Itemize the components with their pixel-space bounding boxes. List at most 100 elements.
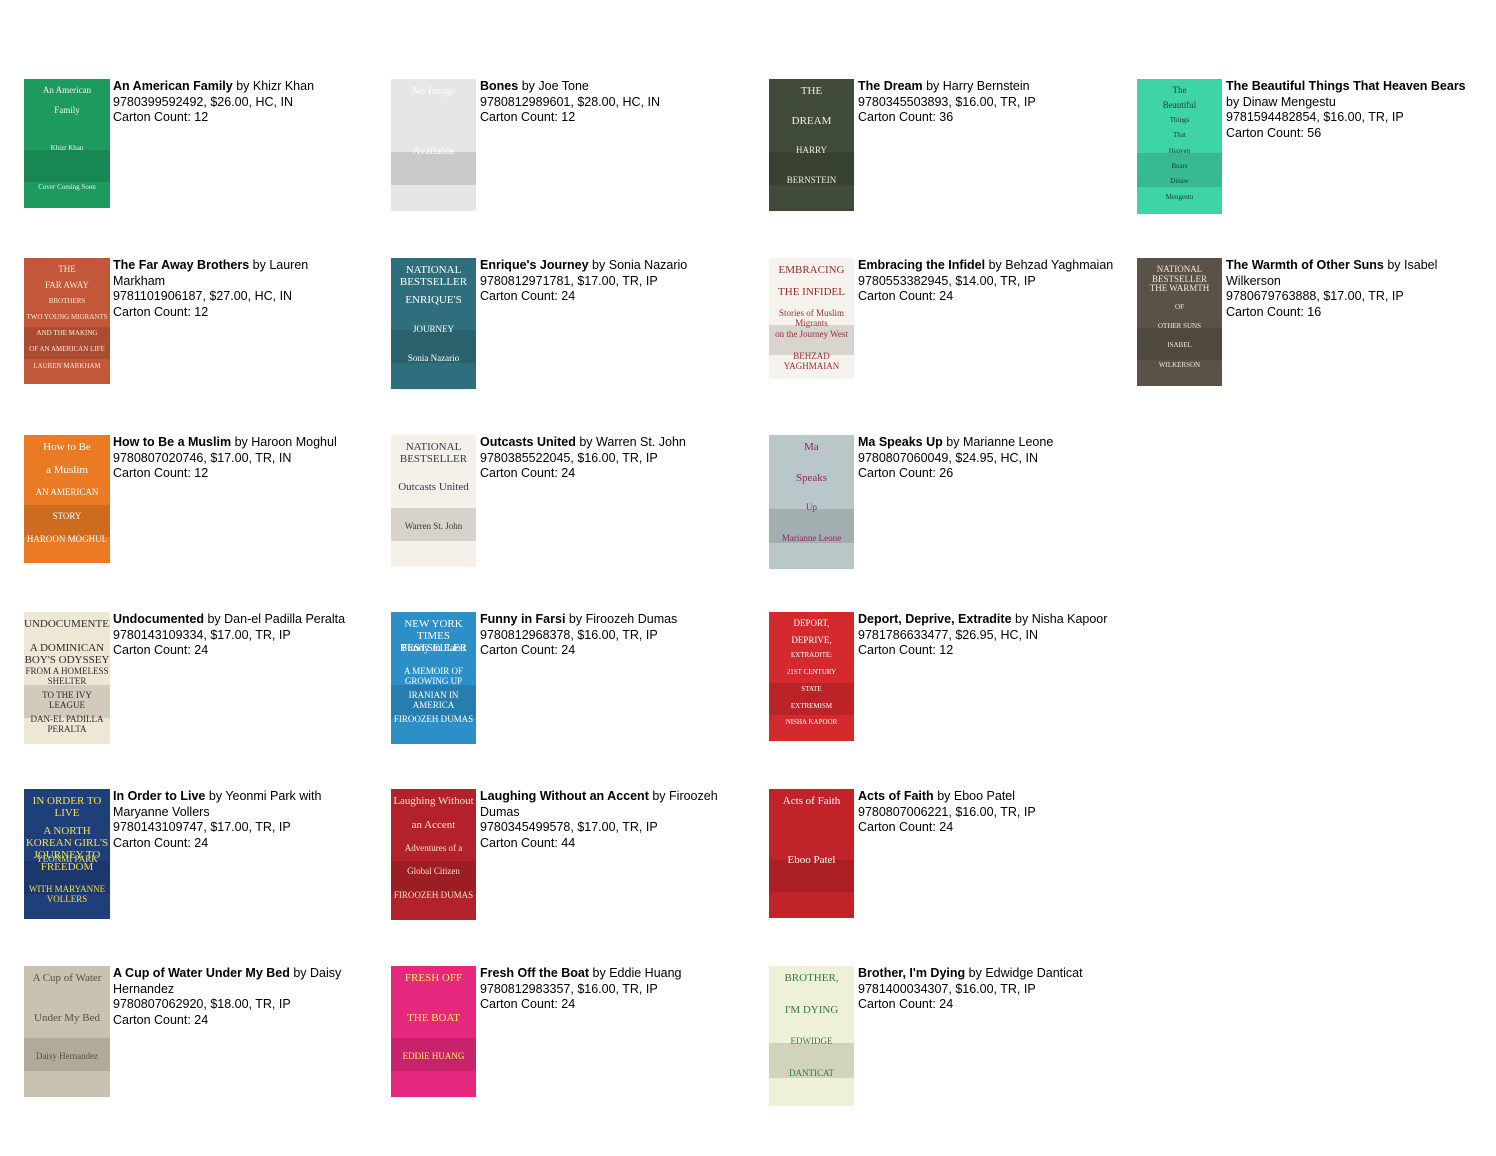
book-cover[interactable]: NATIONAL BESTSELLER Outcasts United Warren…: [391, 435, 476, 567]
book-title[interactable]: The Beautiful Things That Heaven Bears: [1226, 79, 1466, 93]
book-title[interactable]: In Order to Live: [113, 789, 205, 803]
book-title[interactable]: An American Family: [113, 79, 233, 93]
cover-text: FAR AWAY: [44, 280, 90, 290]
by-word: by: [968, 966, 982, 980]
book-title[interactable]: Bones: [480, 79, 518, 93]
cover-text: an Accent: [411, 819, 456, 831]
carton-count: Carton Count: 24: [858, 820, 954, 835]
book-details: 9780345499578, $17.00, TR, IP: [480, 820, 658, 835]
book-cover[interactable]: Ma Speaks Up Marianne Leone: [769, 435, 854, 569]
cover-text: NATIONAL BESTSELLER: [399, 264, 468, 288]
cover-text: THE BOAT: [407, 1012, 460, 1024]
by-word: by: [926, 79, 940, 93]
cover-text: DAN-EL PADILLA PERALTA: [30, 714, 104, 734]
book-cover[interactable]: No Image Available: [391, 79, 476, 211]
book-info: A Cup of Water Under My Bed by Daisy Her…: [113, 966, 363, 1028]
title-line: Funny in Farsi by Firoozeh Dumas: [480, 612, 740, 628]
book-cover[interactable]: BROTHER, I'M DYING EDWIDGE DANTICAT: [769, 966, 854, 1106]
cover-text: IN ORDER TO LIVE: [32, 795, 102, 819]
book-author: Joe Tone: [538, 79, 589, 93]
book-info: Ma Speaks Up by Marianne Leone 9780807060…: [858, 435, 1118, 482]
carton-count: Carton Count: 12: [858, 643, 954, 658]
by-word: by: [234, 435, 248, 449]
title-line: An American Family by Khizr Khan: [113, 79, 363, 95]
book-details: 9781101906187, $27.00, HC, IN: [113, 289, 293, 304]
by-word: by: [1387, 258, 1401, 272]
cover-text: Available: [412, 145, 455, 157]
title-line: A Cup of Water Under My Bed by Daisy Her…: [113, 966, 363, 997]
cover-text: Stories of Muslim Migrants: [778, 308, 844, 328]
book-cover[interactable]: NATIONAL BESTSELLER THE WARMTH OF OTHER SUN…: [1137, 258, 1222, 386]
title-line: How to Be a Muslim by Haroon Moghul: [113, 435, 363, 451]
book-cover[interactable]: NEW YORK TIMES BESTSELLER Funny in Farsi A…: [391, 612, 476, 744]
cover-text: UNDOCUMENTED: [24, 618, 110, 630]
book-cover[interactable]: THE FAR AWAY BROTHERS TWO YOUNG MIGRANTS AND…: [24, 258, 110, 384]
book-cover[interactable]: A Cup of Water Under My Bed Daisy Hernande…: [24, 966, 110, 1097]
book-details: 9780143109747, $17.00, TR, IP: [113, 820, 291, 835]
cover-text: Cover Coming Soon: [38, 183, 96, 191]
book-title[interactable]: Laughing Without an Accent: [480, 789, 649, 803]
book-title[interactable]: Funny in Farsi: [480, 612, 565, 626]
cover-text: WITH MARYANNE VOLLERS: [28, 884, 106, 904]
book-cover[interactable]: The Beautiful Things That Heaven Bears Dinaw Me…: [1137, 79, 1222, 214]
book-author: Haroon Moghul: [251, 435, 337, 449]
book-author: Dinaw Mengestu: [1242, 94, 1336, 109]
book-title[interactable]: Ma Speaks Up: [858, 435, 943, 449]
book-cover[interactable]: DEPORT, DEPRIVE, EXTRADITE: 21ST CENTURY STA…: [769, 612, 854, 741]
cover-text: THE: [800, 85, 823, 97]
book-cover[interactable]: An American Family Khizr Khan Cover Coming …: [24, 79, 110, 208]
book-author: Sonia Nazario: [608, 258, 688, 272]
book-title[interactable]: A Cup of Water Under My Bed: [113, 966, 290, 980]
cover-text: Mengestu: [1165, 193, 1194, 201]
title-line: Fresh Off the Boat by Eddie Huang: [480, 966, 740, 982]
book-author: Eboo Patel: [953, 789, 1016, 803]
title-line: Undocumented by Dan-el Padilla Peralta: [113, 612, 363, 628]
cover-text: NATIONAL BESTSELLER: [1151, 264, 1207, 284]
book-title[interactable]: The Warmth of Other Suns: [1226, 258, 1384, 272]
book-info: Funny in Farsi by Firoozeh Dumas 97808129…: [480, 612, 740, 659]
cover-text: That: [1173, 131, 1186, 139]
book-title[interactable]: Acts of Faith: [858, 789, 934, 803]
book-cover[interactable]: Acts of Faith Eboo Patel: [769, 789, 854, 918]
cover-text: An American: [42, 85, 92, 95]
book-details: 9780553382945, $14.00, TR, IP: [858, 273, 1036, 288]
cover-text: Daisy Hernandez: [35, 1051, 99, 1061]
cover-text: Ma: [804, 441, 819, 453]
book-author: Dan-el Padilla Peralta: [224, 612, 346, 626]
cover-text: Beautiful: [1162, 100, 1197, 110]
book-title[interactable]: The Far Away Brothers: [113, 258, 249, 272]
book-title[interactable]: Undocumented: [113, 612, 204, 626]
cover-text: FROM A HOMELESS SHELTER: [25, 666, 109, 686]
book-details: 9780812989601, $28.00, HC, IN: [480, 94, 660, 109]
book-title[interactable]: Brother, I'm Dying: [858, 966, 965, 980]
cover-text: DEPRIVE,: [791, 635, 832, 645]
book-title[interactable]: Fresh Off the Boat: [480, 966, 589, 980]
book-author: Nisha Kapoor: [1031, 612, 1108, 626]
book-info: How to Be a Muslim by Haroon Moghul 97808…: [113, 435, 363, 482]
title-line: Brother, I'm Dying by Edwidge Danticat: [858, 966, 1118, 982]
cover-text: NISHA KAPOOR: [785, 718, 838, 726]
book-title[interactable]: Embracing the Infidel: [858, 258, 985, 272]
book-title[interactable]: Deport, Deprive, Extradite: [858, 612, 1012, 626]
book-cover[interactable]: IN ORDER TO LIVE A NORTH KOREAN GIRL'S JO…: [24, 789, 110, 919]
book-title[interactable]: Outcasts United: [480, 435, 576, 449]
book-cover[interactable]: How to Be a Muslim AN AMERICAN STORY HAROON …: [24, 435, 110, 563]
book-title[interactable]: How to Be a Muslim: [113, 435, 231, 449]
book-cover[interactable]: Laughing Without an Accent Adventures of a…: [391, 789, 476, 920]
book-info: Bones by Joe Tone 9780812989601, $28.00, …: [480, 79, 740, 126]
book-title[interactable]: Enrique's Journey: [480, 258, 589, 272]
book-title[interactable]: The Dream: [858, 79, 923, 93]
cover-text: Warren St. John: [404, 521, 463, 531]
book-cover[interactable]: EMBRACING THE INFIDEL Stories of Muslim Mi…: [769, 258, 854, 379]
book-cover[interactable]: NATIONAL BESTSELLER ENRIQUE'S JOURNEY Sonia…: [391, 258, 476, 389]
book-cover[interactable]: UNDOCUMENTED A DOMINICAN BOY'S ODYSSEY FRO…: [24, 612, 110, 744]
carton-count: Carton Count: 16: [1226, 304, 1322, 319]
book-info: Brother, I'm Dying by Edwidge Danticat 97…: [858, 966, 1118, 1013]
book-cover[interactable]: THE DREAM HARRY BERNSTEIN: [769, 79, 854, 211]
book-cover[interactable]: FRESH OFF THE BOAT EDDIE HUANG: [391, 966, 476, 1097]
cover-text: NATIONAL BESTSELLER: [399, 441, 468, 465]
cover-text: A Cup of Water: [32, 972, 102, 984]
book-details: 9780143109334, $17.00, TR, IP: [113, 627, 291, 642]
cover-text: Marianne Leone: [781, 533, 842, 543]
cover-text: STORY: [52, 511, 82, 521]
